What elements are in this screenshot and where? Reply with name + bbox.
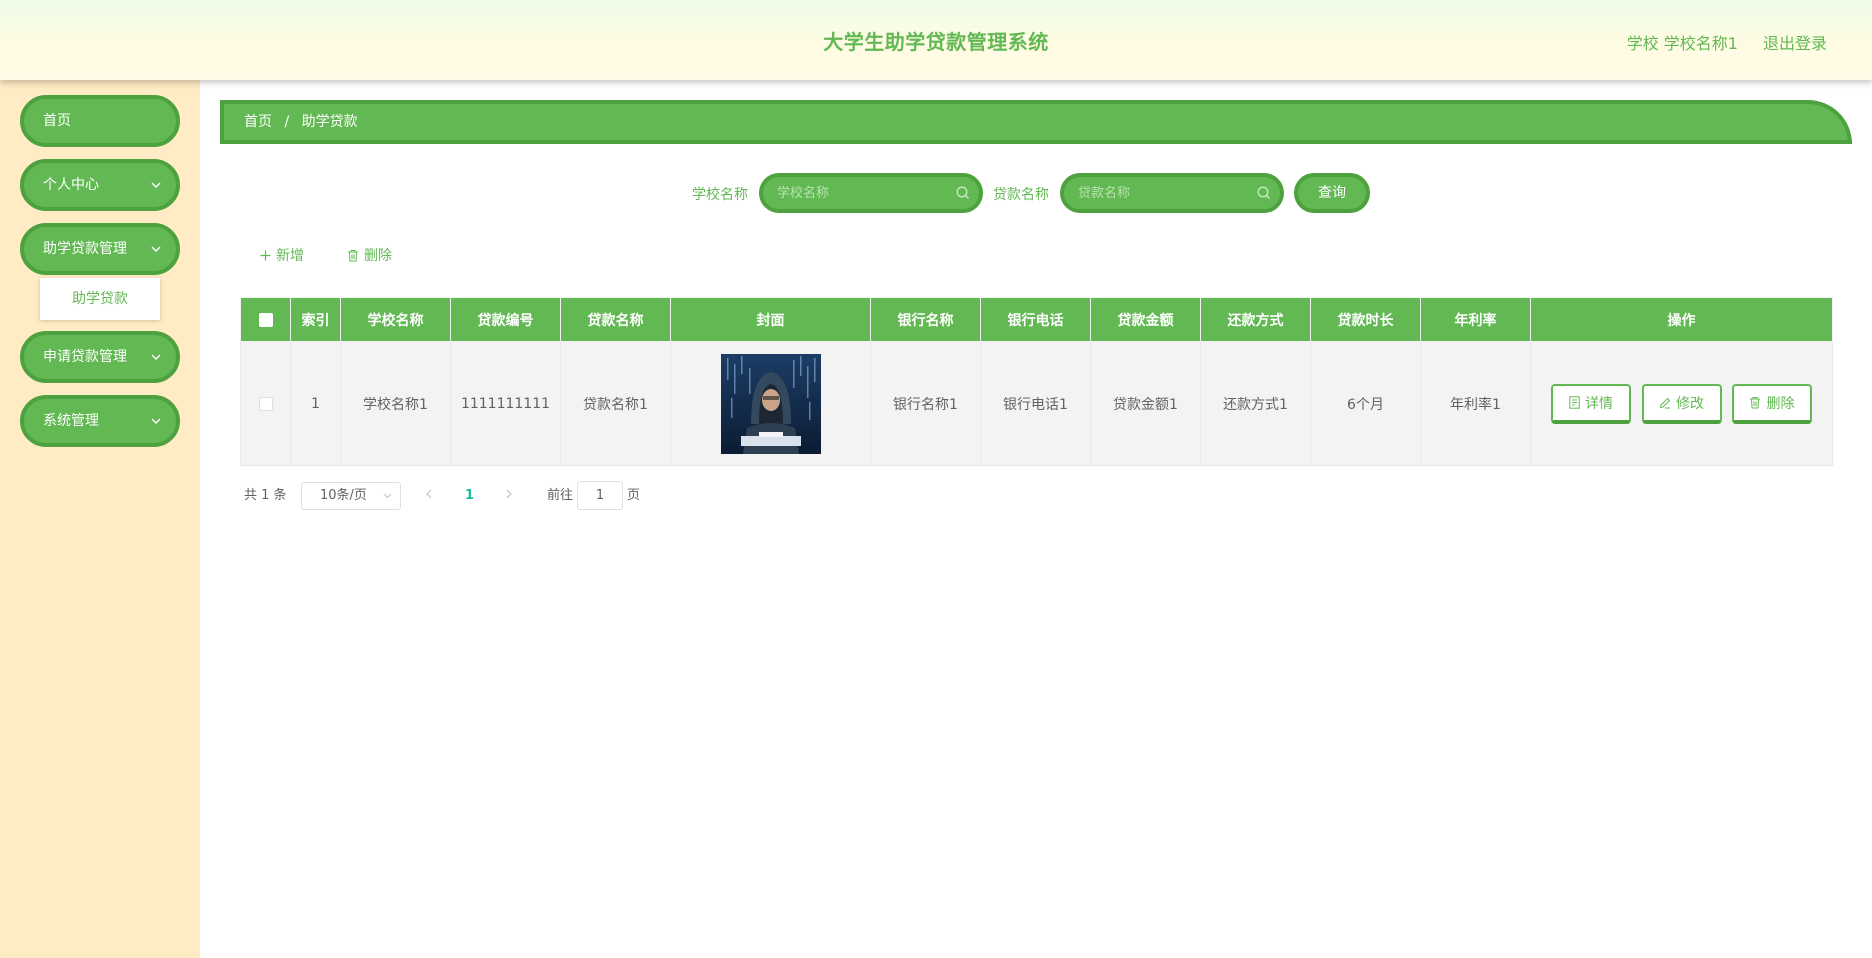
row-checkbox[interactable] (258, 396, 273, 411)
edit-button-label: 修改 (1676, 395, 1704, 412)
table-row: 1 学校名称1 1111111111 贷款名称1 银行名称1 银行电话1 贷款金… (240, 341, 1833, 466)
sidebar: 首页 个人中心 助学贷款管理 助学贷款 申请贷款管理 系统管理 (0, 80, 200, 958)
batch-delete-button-label: 删除 (364, 248, 392, 264)
next-page-button[interactable] (505, 482, 513, 510)
column-header: 银行电话 (980, 297, 1091, 342)
top-header: 大学生助学贷款管理系统 学校 学校名称1 退出登录 (0, 0, 1872, 80)
sidebar-item-home[interactable]: 首页 (20, 95, 180, 147)
breadcrumb: 首页 / 助学贷款 (220, 100, 1852, 144)
sidebar-item-personal-center[interactable]: 个人中心 (20, 159, 180, 211)
batch-delete-button[interactable]: 删除 (347, 245, 392, 265)
cell-bank: 银行名称1 (870, 341, 981, 466)
search-icon (956, 186, 969, 199)
column-header: 银行名称 (870, 297, 981, 342)
chevron-down-icon (383, 483, 392, 509)
school-name-field[interactable] (759, 173, 983, 213)
sidebar-item-label: 助学贷款管理 (43, 241, 127, 257)
query-button[interactable]: 查询 (1294, 173, 1370, 213)
cell-phone: 银行电话1 (980, 341, 1091, 466)
cell-loan-no: 1111111111 (450, 341, 561, 466)
page-size-value: 10条/页 (320, 488, 367, 503)
column-header: 贷款名称 (560, 297, 671, 342)
sidebar-item-label: 系统管理 (43, 413, 99, 429)
chevron-left-icon (426, 489, 432, 499)
cell-amount: 贷款金额1 (1090, 341, 1201, 466)
page-size-select[interactable]: 10条/页 (301, 482, 401, 510)
loan-table: 索引 学校名称 贷款编号 贷款名称 封面 银行名称 银行电话 贷款金额 还款方式… (240, 297, 1833, 466)
column-header: 封面 (670, 297, 871, 342)
logout-link[interactable]: 退出登录 (1763, 30, 1827, 54)
page-suffix-label: 页 (627, 488, 641, 503)
column-header: 贷款编号 (450, 297, 561, 342)
edit-icon (1659, 397, 1671, 408)
column-header: 还款方式 (1200, 297, 1311, 342)
school-name-input[interactable] (777, 177, 947, 209)
breadcrumb-current: 助学贷款 (301, 114, 358, 130)
cover-image (720, 353, 821, 454)
cell-cover (670, 341, 871, 466)
app-title: 大学生助学贷款管理系统 (823, 30, 1049, 54)
chevron-down-icon (148, 163, 164, 207)
loan-name-field[interactable] (1060, 173, 1284, 213)
detail-button-label: 详情 (1585, 395, 1614, 412)
page-number-current[interactable]: 1 (465, 482, 474, 510)
cell-loan-name: 贷款名称1 (560, 341, 671, 466)
select-all-cell[interactable] (240, 297, 291, 342)
chevron-down-icon (148, 227, 164, 271)
cell-rate: 年利率1 (1420, 341, 1531, 466)
table-header-row: 索引 学校名称 贷款编号 贷款名称 封面 银行名称 银行电话 贷款金额 还款方式… (240, 297, 1833, 342)
document-icon (1569, 396, 1580, 409)
trash-icon (348, 249, 358, 261)
sidebar-item-label: 首页 (43, 113, 71, 129)
plus-icon (260, 250, 271, 260)
search-icon (1257, 186, 1270, 199)
sidebar-item-loan-management[interactable]: 助学贷款管理 (20, 223, 180, 275)
loan-name-label: 贷款名称 (993, 187, 1049, 203)
select-all-checkbox[interactable] (258, 312, 273, 327)
chevron-down-icon (148, 399, 164, 443)
sidebar-item-system-management[interactable]: 系统管理 (20, 395, 180, 447)
school-name-label: 学校名称 (692, 187, 748, 203)
row-delete-button-label: 删除 (1766, 395, 1795, 412)
cell-index: 1 (290, 341, 341, 466)
detail-button[interactable]: 详情 (1551, 383, 1632, 424)
goto-label: 前往 (547, 488, 574, 503)
column-header: 贷款时长 (1310, 297, 1421, 342)
breadcrumb-separator: / (284, 114, 290, 130)
current-user: 学校 学校名称1 (1626, 34, 1738, 53)
edit-button[interactable]: 修改 (1641, 383, 1722, 424)
row-select-cell[interactable] (240, 341, 291, 466)
column-header: 索引 (290, 297, 341, 342)
chevron-down-icon (148, 335, 164, 379)
goto-page-input[interactable] (577, 481, 623, 510)
trash-icon (1750, 397, 1761, 409)
loan-name-input[interactable] (1078, 177, 1248, 209)
prev-page-button[interactable] (425, 482, 433, 510)
breadcrumb-home[interactable]: 首页 (244, 114, 272, 130)
cell-duration: 6个月 (1310, 341, 1421, 466)
column-header: 贷款金额 (1090, 297, 1201, 342)
cell-school: 学校名称1 (340, 341, 451, 466)
cell-repay: 还款方式1 (1200, 341, 1311, 466)
column-header: 学校名称 (340, 297, 451, 342)
add-button[interactable]: 新增 (260, 245, 304, 265)
pagination-total: 共 1 条 (244, 488, 287, 503)
sidebar-item-label: 个人中心 (43, 177, 99, 193)
row-delete-button[interactable]: 删除 (1731, 383, 1812, 424)
cell-operations: 详情 修改 删除 (1530, 341, 1833, 466)
sidebar-item-application-management[interactable]: 申请贷款管理 (20, 331, 180, 383)
sidebar-item-label: 申请贷款管理 (43, 349, 127, 365)
chevron-right-icon (506, 489, 512, 499)
add-button-label: 新增 (276, 248, 304, 264)
column-header: 年利率 (1420, 297, 1531, 342)
sidebar-subitem-student-loan[interactable]: 助学贷款 (40, 278, 160, 320)
column-header: 操作 (1530, 297, 1833, 342)
